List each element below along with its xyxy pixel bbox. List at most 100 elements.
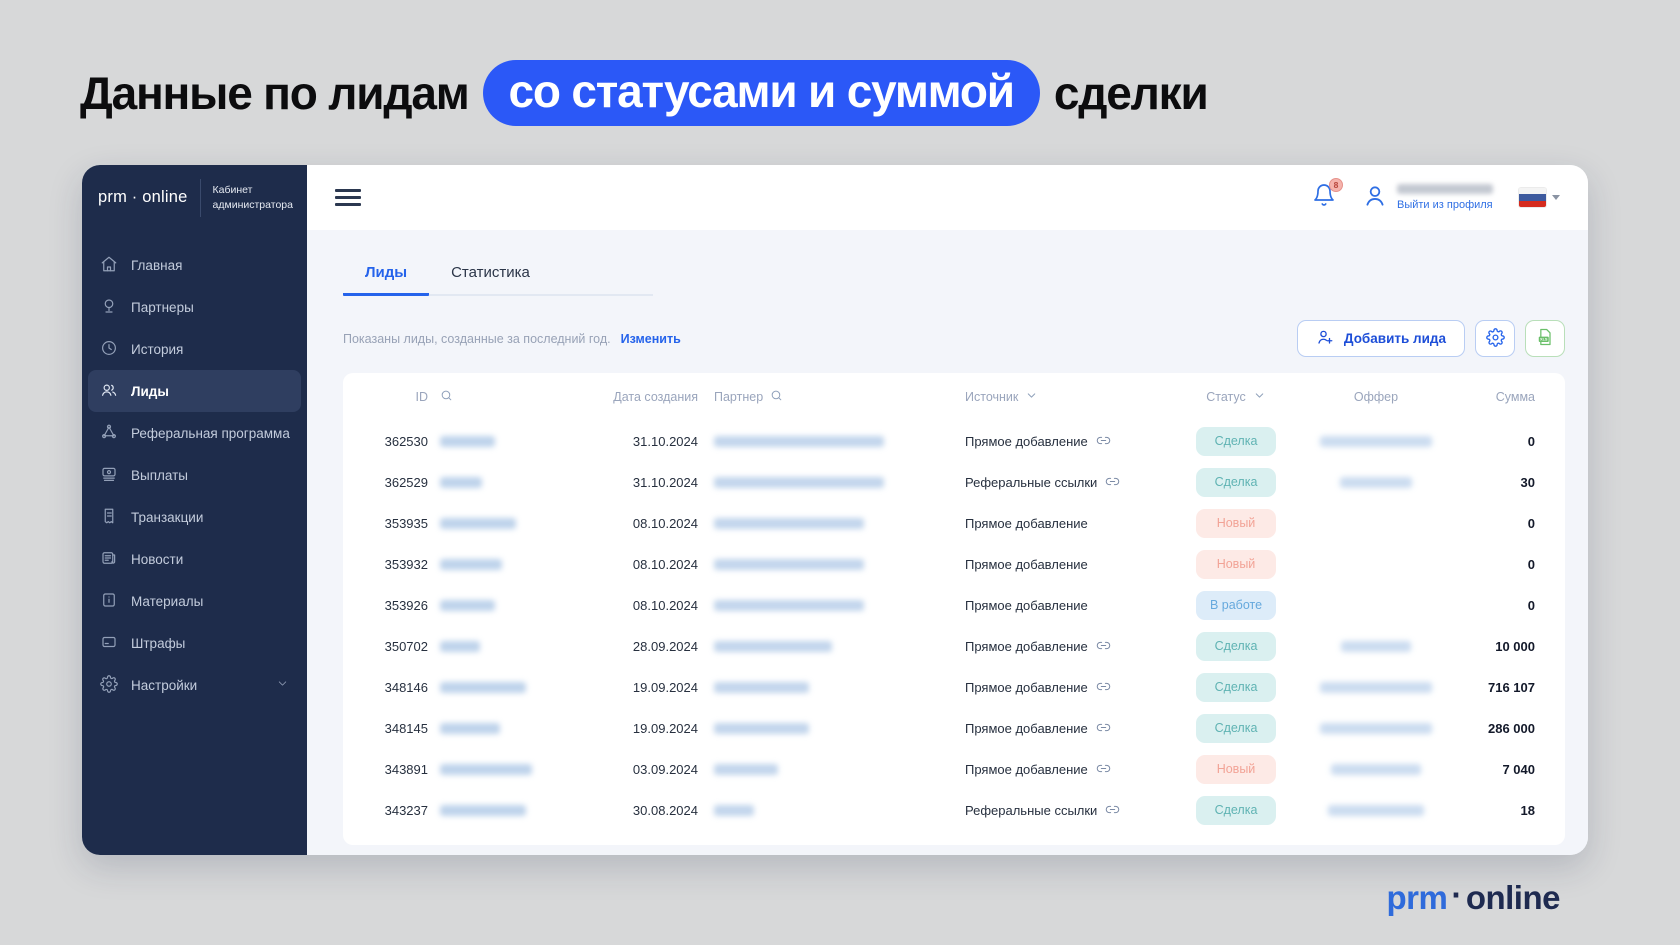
lead-id: 348146 — [384, 680, 428, 695]
lead-id: 362529 — [384, 475, 428, 490]
lead-sum: 0 — [1527, 557, 1535, 572]
partner-name-blurred — [698, 723, 953, 734]
profile-menu[interactable]: Выйти из профиля — [1362, 181, 1493, 214]
lead-date: 08.10.2024 — [632, 598, 698, 613]
offer-blurred — [1291, 723, 1461, 734]
sidebar-item-settings[interactable]: Настройки — [88, 664, 301, 706]
sidebar-item-payouts[interactable]: Выплаты — [88, 454, 301, 496]
history-icon — [100, 339, 118, 360]
add-user-icon — [1316, 328, 1334, 349]
sidebar-item-label: Главная — [131, 257, 183, 273]
partner-name-blurred — [698, 641, 953, 652]
sidebar-item-partners[interactable]: Партнеры — [88, 286, 301, 328]
page-title-prefix: Данные по лидам — [80, 67, 470, 119]
lead-sum: 10 000 — [1495, 639, 1535, 654]
chevron-down-icon — [276, 677, 289, 693]
table-row[interactable]: 353932 08.10.2024 Прямое добавление Новый 0 — [343, 544, 1565, 585]
link-icon[interactable] — [1096, 433, 1111, 451]
search-icon — [770, 389, 783, 405]
table-row[interactable]: 348145 19.09.2024 Прямое добавление Сделка 2… — [343, 708, 1565, 749]
lead-source: Прямое добавление — [965, 557, 1088, 572]
filter-description: Показаны лиды, созданные за последний го… — [343, 331, 611, 346]
sidebar-item-leads[interactable]: Лиды — [88, 370, 301, 412]
link-icon[interactable] — [1105, 802, 1120, 820]
lead-id: 362530 — [384, 434, 428, 449]
prm-online-logo: prm · online — [98, 188, 188, 206]
partner-name-blurred — [698, 764, 953, 775]
logout-link[interactable]: Выйти из профиля — [1397, 199, 1493, 211]
user-name-blurred — [1397, 184, 1493, 194]
table-row[interactable]: 362529 31.10.2024 Реферальные ссылки Сделка… — [343, 462, 1565, 503]
lead-date: 28.09.2024 — [632, 639, 698, 654]
lead-name-blurred — [428, 559, 598, 570]
lead-sum: 30 — [1520, 475, 1535, 490]
sidebar: prm · online Кабинет администратора Глав… — [82, 165, 307, 855]
sidebar-item-home[interactable]: Главная — [88, 244, 301, 286]
add-lead-button[interactable]: Добавить лида — [1296, 320, 1465, 357]
table-row[interactable]: 343237 30.08.2024 Реферальные ссылки Сделка… — [343, 790, 1565, 831]
partner-name-blurred — [698, 682, 953, 693]
lead-source: Прямое добавление — [953, 433, 1181, 451]
notifications-button[interactable]: 8 — [1312, 178, 1343, 212]
sidebar-item-referral[interactable]: Реферальная программа — [88, 412, 301, 454]
lead-id: 350702 — [384, 639, 428, 654]
table-settings-button[interactable] — [1475, 320, 1515, 357]
bell-icon — [1312, 184, 1336, 211]
cabinet-label: Кабинет администратора — [212, 183, 293, 211]
table-row[interactable]: 353935 08.10.2024 Прямое добавление Новый 0 — [343, 503, 1565, 544]
table-row[interactable]: 362530 31.10.2024 Прямое добавление Сделка 0 — [343, 421, 1565, 462]
lead-name-blurred — [428, 518, 598, 529]
lead-name-blurred — [428, 436, 598, 447]
lead-source: Прямое добавление — [965, 516, 1088, 531]
lead-source: Прямое добавление — [965, 598, 1088, 613]
link-icon[interactable] — [1096, 761, 1111, 779]
link-icon[interactable] — [1105, 474, 1120, 492]
export-xls-button[interactable]: XLS — [1525, 320, 1565, 357]
lead-id: 353926 — [384, 598, 428, 613]
status-badge: Сделка — [1196, 796, 1276, 825]
sidebar-item-news[interactable]: Новости — [88, 538, 301, 580]
lead-date: 31.10.2024 — [632, 475, 698, 490]
link-icon[interactable] — [1096, 720, 1111, 738]
status-badge: Сделка — [1196, 714, 1276, 743]
offer-blurred — [1291, 477, 1461, 488]
link-icon[interactable] — [1096, 679, 1111, 697]
sidebar-item-history[interactable]: История — [88, 328, 301, 370]
sidebar-item-penalties[interactable]: Штрафы — [88, 622, 301, 664]
column-header-offer: Оффер — [1353, 390, 1399, 404]
language-selector[interactable] — [1519, 188, 1560, 207]
chevron-down-icon — [1552, 195, 1560, 200]
sidebar-item-label: История — [131, 341, 184, 357]
tab-leads[interactable]: Лиды — [343, 256, 430, 296]
tab-statistics[interactable]: Статистика — [429, 256, 552, 296]
partner-name-blurred — [698, 518, 953, 529]
column-header-status[interactable]: Статус — [1181, 389, 1291, 405]
link-icon[interactable] — [1096, 638, 1111, 656]
page: Данные по лидам со статусами и суммой сд… — [0, 0, 1680, 945]
hamburger-menu-icon[interactable] — [335, 185, 361, 210]
table-row[interactable]: 350702 28.09.2024 Прямое добавление Сделка 1… — [343, 626, 1565, 667]
table-row[interactable]: 353926 08.10.2024 Прямое добавление В работ… — [343, 585, 1565, 626]
id-search[interactable] — [428, 389, 598, 405]
offer-blurred — [1291, 682, 1461, 693]
lead-source: Прямое добавление — [953, 720, 1181, 738]
materials-icon — [100, 591, 118, 612]
partner-name-blurred — [698, 559, 953, 570]
lead-name-blurred — [428, 805, 598, 816]
lead-sum: 0 — [1527, 598, 1535, 613]
column-header-partner[interactable]: Партнер — [698, 389, 953, 405]
lead-name-blurred — [428, 764, 598, 775]
table-row[interactable]: 348146 19.09.2024 Прямое добавление Сделка 7… — [343, 667, 1565, 708]
lead-id: 343237 — [384, 803, 428, 818]
status-badge: Новый — [1196, 509, 1276, 538]
table-row[interactable]: 343891 03.09.2024 Прямое добавление Новый 7 … — [343, 749, 1565, 790]
sidebar-item-materials[interactable]: Материалы — [88, 580, 301, 622]
change-filter-link[interactable]: Изменить — [621, 332, 681, 346]
lead-date: 31.10.2024 — [632, 434, 698, 449]
lead-sum: 7 040 — [1502, 762, 1535, 777]
column-header-source[interactable]: Источник — [953, 389, 1181, 405]
sidebar-header: prm · online Кабинет администратора — [82, 165, 307, 230]
lead-name-blurred — [428, 600, 598, 611]
sidebar-item-transactions[interactable]: Транзакции — [88, 496, 301, 538]
partner-name-blurred — [698, 477, 953, 488]
